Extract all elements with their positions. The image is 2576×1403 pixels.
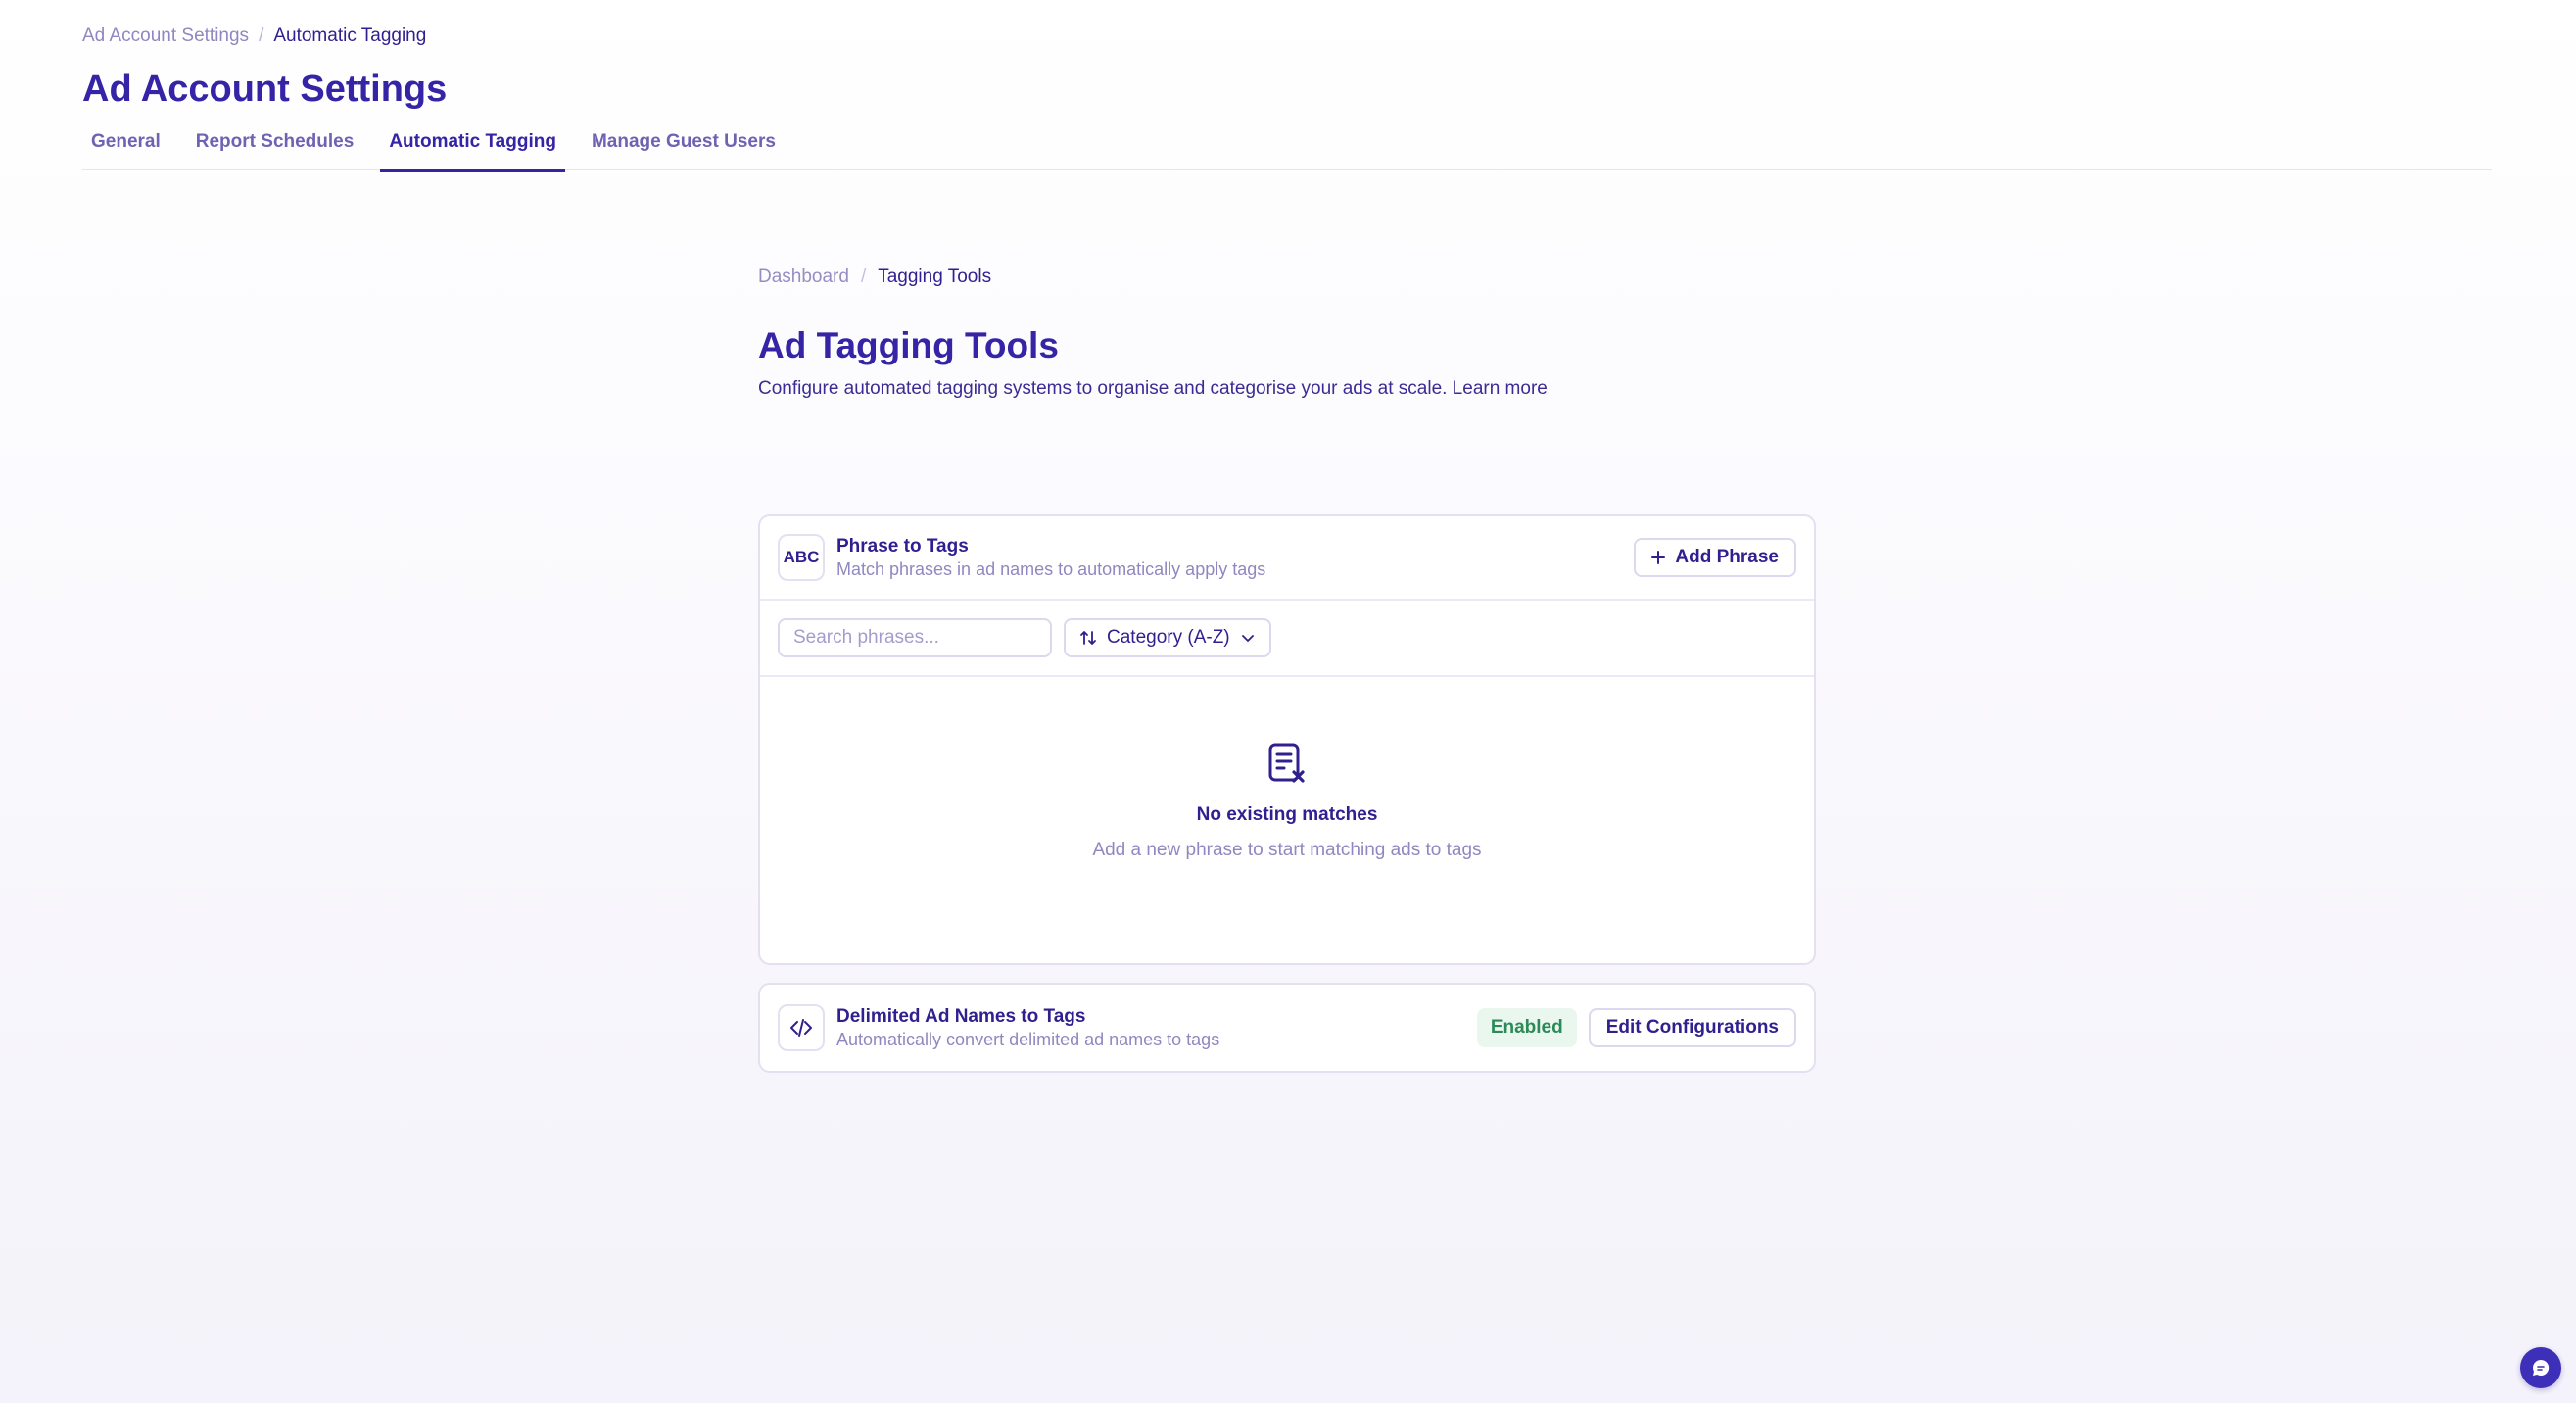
sort-icon (1080, 631, 1096, 645)
tab-report-schedules[interactable]: Report Schedules (187, 125, 363, 170)
empty-title: No existing matches (1196, 804, 1378, 825)
sort-value: Category (A-Z) (1107, 627, 1230, 648)
tab-manage-guest-users[interactable]: Manage Guest Users (583, 125, 785, 170)
section-subtitle: Configure automated tagging systems to o… (758, 378, 1548, 399)
page: Ad Account Settings / Automatic Tagging … (0, 0, 2576, 1403)
breadcrumb: Ad Account Settings / Automatic Tagging (82, 25, 426, 47)
settings-tabs: General Report Schedules Automatic Taggi… (82, 125, 2492, 172)
chat-button[interactable] (2520, 1347, 2561, 1388)
code-icon (778, 1004, 825, 1051)
card-description: Automatically convert delimited ad names… (836, 1029, 1220, 1049)
add-phrase-button[interactable]: Add Phrase (1634, 538, 1796, 577)
empty-state: No existing matches Add a new phrase to … (760, 685, 1814, 959)
tab-automatic-tagging[interactable]: Automatic Tagging (380, 125, 565, 172)
breadcrumb-current: Tagging Tools (878, 266, 992, 287)
card-header: ABC Phrase to Tags Match phrases in ad n… (760, 516, 1814, 601)
edit-configurations-button[interactable]: Edit Configurations (1588, 1008, 1796, 1047)
plus-icon (1651, 551, 1666, 564)
card-title: Phrase to Tags (836, 535, 969, 556)
card-header-text: Delimited Ad Names to Tags Automatically… (836, 1006, 1477, 1050)
breadcrumb-current: Automatic Tagging (273, 25, 427, 46)
breadcrumb-separator: / (259, 25, 264, 46)
breadcrumb-separator: / (860, 266, 867, 287)
no-matches-icon (1268, 743, 1305, 783)
chevron-down-icon (1241, 635, 1254, 642)
search-phrases-input[interactable] (778, 618, 1052, 657)
status-badge: Enabled (1476, 1008, 1577, 1047)
page-title: Ad Account Settings (82, 69, 448, 110)
breadcrumb-dashboard-link[interactable]: Dashboard (758, 266, 849, 288)
card-description: Match phrases in ad names to automatical… (836, 558, 1266, 579)
delimited-ad-names-card: Delimited Ad Names to Tags Automatically… (758, 983, 1816, 1073)
tab-general[interactable]: General (82, 125, 169, 170)
main-content: Dashboard / Tagging Tools Ad Tagging Too… (758, 266, 1816, 1073)
phrase-toolbar: Category (A-Z) (760, 601, 1814, 677)
content-breadcrumb: Dashboard / Tagging Tools (758, 266, 1816, 288)
abc-icon: ABC (778, 534, 825, 581)
chat-icon (2533, 1359, 2550, 1376)
card-header-text: Phrase to Tags Match phrases in ad names… (836, 536, 1634, 580)
breadcrumb-parent-link[interactable]: Ad Account Settings (82, 25, 249, 47)
empty-description: Add a new phrase to start matching ads t… (1092, 840, 1482, 860)
add-phrase-label: Add Phrase (1675, 547, 1779, 567)
section-title: Ad Tagging Tools (758, 325, 1059, 365)
phrase-to-tags-card: ABC Phrase to Tags Match phrases in ad n… (758, 514, 1816, 965)
card-title: Delimited Ad Names to Tags (836, 1005, 1086, 1027)
card-header: Delimited Ad Names to Tags Automatically… (760, 985, 1814, 1071)
sort-select[interactable]: Category (A-Z) (1064, 618, 1271, 657)
